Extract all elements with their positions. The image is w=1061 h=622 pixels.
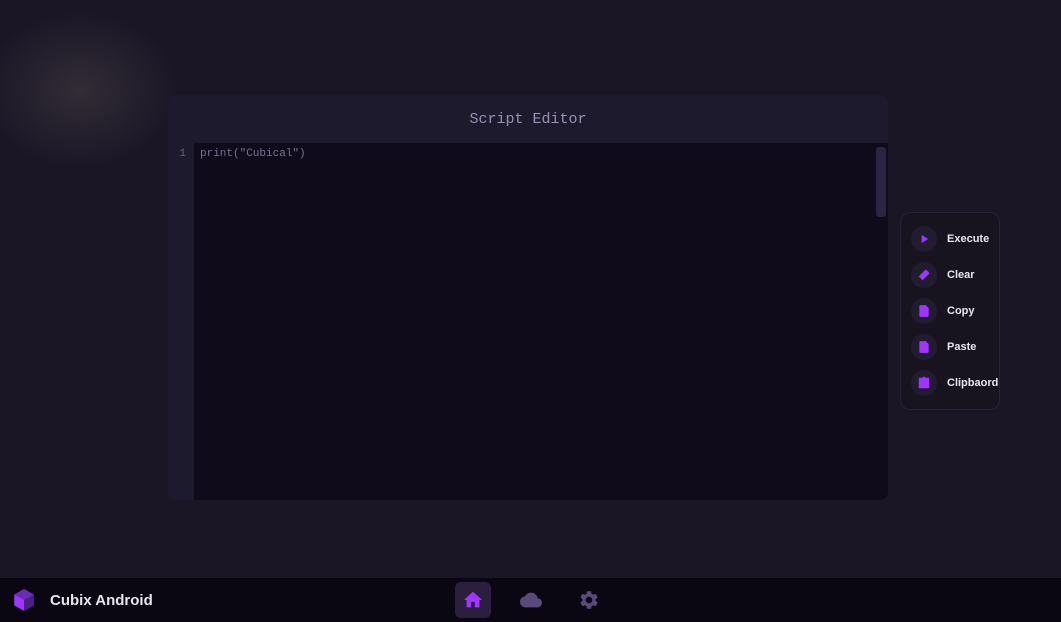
copy-button[interactable]: Copy bbox=[907, 293, 993, 329]
brand: Cubix Android bbox=[10, 586, 153, 614]
scrollbar-thumb[interactable] bbox=[876, 147, 886, 217]
code-textarea[interactable]: print("Cubical") bbox=[194, 143, 888, 500]
editor-title: Script Editor bbox=[168, 95, 888, 143]
paste-label: Paste bbox=[947, 341, 976, 353]
nav-icons bbox=[455, 582, 607, 618]
file-icon bbox=[911, 298, 937, 324]
clear-label: Clear bbox=[947, 269, 975, 281]
clipboard-button[interactable]: Clipbaord bbox=[907, 365, 993, 401]
settings-button[interactable] bbox=[571, 582, 607, 618]
cloud-button[interactable] bbox=[513, 582, 549, 618]
gear-icon bbox=[578, 589, 600, 611]
execute-label: Execute bbox=[947, 233, 989, 245]
paste-button[interactable]: Paste bbox=[907, 329, 993, 365]
home-icon bbox=[462, 589, 484, 611]
brand-logo-icon bbox=[10, 586, 38, 614]
copy-label: Copy bbox=[947, 305, 975, 317]
clipboard-label: Clipbaord bbox=[947, 377, 998, 389]
line-number: 1 bbox=[168, 148, 186, 160]
cloud-icon bbox=[520, 589, 542, 611]
code-line: print("Cubical") bbox=[200, 148, 882, 160]
file-icon bbox=[911, 334, 937, 360]
bottom-bar: Cubix Android bbox=[0, 578, 1061, 622]
home-button[interactable] bbox=[455, 582, 491, 618]
brand-name: Cubix Android bbox=[50, 592, 153, 609]
clipboard-icon bbox=[911, 370, 937, 396]
play-icon bbox=[911, 226, 937, 252]
execute-button[interactable]: Execute bbox=[907, 221, 993, 257]
clear-button[interactable]: Clear bbox=[907, 257, 993, 293]
editor-body: 1 print("Cubical") bbox=[168, 143, 888, 500]
eraser-icon bbox=[911, 262, 937, 288]
script-editor-window: Script Editor 1 print("Cubical") bbox=[168, 95, 888, 500]
background-glow bbox=[0, 10, 180, 170]
action-panel: Execute Clear Copy Paste Clipbaord bbox=[900, 212, 1000, 410]
line-gutter: 1 bbox=[168, 143, 194, 500]
